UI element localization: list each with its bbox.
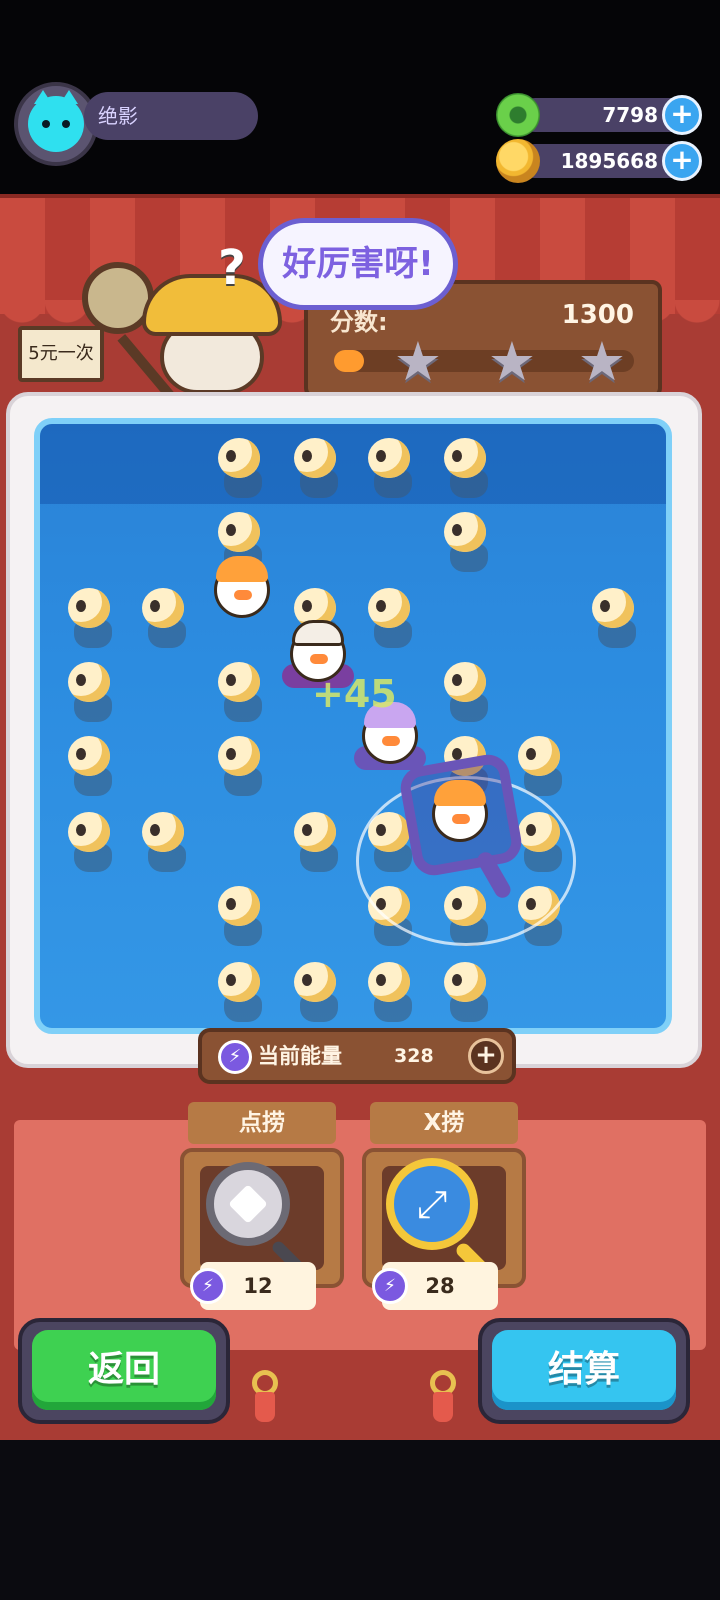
duck-orange-helmet[interactable] (206, 556, 278, 628)
settle-label: 结算 (492, 1330, 676, 1410)
back-label: 返回 (32, 1330, 216, 1410)
star-icon: ★ (577, 330, 627, 393)
jellyfish-icon[interactable] (292, 962, 342, 1024)
jellyfish-icon[interactable] (216, 736, 266, 798)
jellyfish-icon[interactable] (216, 662, 266, 724)
tassel-decoration (252, 1370, 278, 1422)
star-icon: ★ (487, 330, 537, 393)
tool-cost: ⚡ 28 (372, 1262, 498, 1310)
tool-x-scoop[interactable]: X捞 ⤢ ⚡ 28 (362, 1102, 526, 1328)
pond[interactable] (34, 418, 672, 1034)
expand-net-icon: ⤢ (386, 1158, 478, 1250)
jellyfish-icon[interactable] (140, 588, 190, 650)
jellyfish-icon[interactable] (66, 662, 116, 724)
settle-button[interactable]: 结算 (478, 1318, 690, 1424)
jellyfish-icon[interactable] (442, 438, 492, 500)
donut-currency: 7798 + (496, 93, 702, 137)
score-value: 1300 (561, 300, 634, 330)
tool-cost: ⚡ 12 (190, 1262, 316, 1310)
speech-bubble: 好厉害呀! (258, 218, 458, 310)
jellyfish-icon[interactable] (366, 588, 416, 650)
jellyfish-icon[interactable] (442, 512, 492, 574)
duck-caught[interactable] (424, 780, 496, 852)
top-bar: 绝影 7798 + 1895668 + (0, 0, 720, 200)
jellyfish-icon[interactable] (366, 962, 416, 1024)
jellyfish-icon[interactable] (140, 812, 190, 874)
jellyfish-icon[interactable] (292, 812, 342, 874)
energy-label: 当前能量 (258, 1044, 342, 1068)
tassel-decoration (430, 1370, 456, 1422)
coin-count: 1895668 (560, 149, 658, 173)
lightning-icon: ⚡ (218, 1040, 252, 1074)
straw-hat-icon (142, 274, 282, 336)
jellyfish-icon[interactable] (216, 962, 266, 1024)
star-icon: ★ (393, 330, 443, 393)
speech-text: 好厉害呀! (282, 244, 434, 284)
player-name: 绝影 (84, 92, 258, 140)
energy-bar: ⚡ 当前能量 328 + (198, 1028, 516, 1084)
score-popup: +45 (312, 672, 397, 716)
tool-name: X捞 (370, 1102, 518, 1144)
jellyfish-icon[interactable] (442, 962, 492, 1024)
jellyfish-icon[interactable] (216, 886, 266, 948)
price-sign: 5元一次 (18, 326, 104, 382)
score-progress-fill (334, 350, 364, 372)
add-energy-button[interactable]: + (468, 1038, 504, 1074)
jellyfish-icon[interactable] (442, 662, 492, 724)
jellyfish-icon[interactable] (66, 588, 116, 650)
jellyfish-icon[interactable] (366, 438, 416, 500)
jellyfish-icon[interactable] (216, 438, 266, 500)
donut-count: 7798 (602, 103, 658, 127)
green-donut-icon (496, 93, 540, 137)
energy-value: 328 (394, 1045, 434, 1067)
lightning-icon: ⚡ (372, 1268, 408, 1304)
back-button[interactable]: 返回 (18, 1318, 230, 1424)
jellyfish-icon[interactable] (66, 736, 116, 798)
add-donut-button[interactable]: + (662, 95, 702, 135)
add-coin-button[interactable]: + (662, 141, 702, 181)
jellyfish-icon[interactable] (292, 438, 342, 500)
question-mark-icon: ? (218, 240, 246, 296)
gold-planet-icon (496, 139, 540, 183)
stall-floor (14, 1120, 706, 1350)
cat-avatar-icon (28, 90, 84, 152)
background-bottom (0, 1440, 720, 1600)
lightning-icon: ⚡ (190, 1268, 226, 1304)
jellyfish-icon[interactable] (66, 812, 116, 874)
frying-pan-net-icon (206, 1162, 290, 1246)
coin-currency: 1895668 + (496, 139, 702, 183)
jellyfish-icon[interactable] (590, 588, 640, 650)
tool-point-scoop[interactable]: 点捞 ⚡ 12 (180, 1102, 344, 1328)
tool-name: 点捞 (188, 1102, 336, 1144)
